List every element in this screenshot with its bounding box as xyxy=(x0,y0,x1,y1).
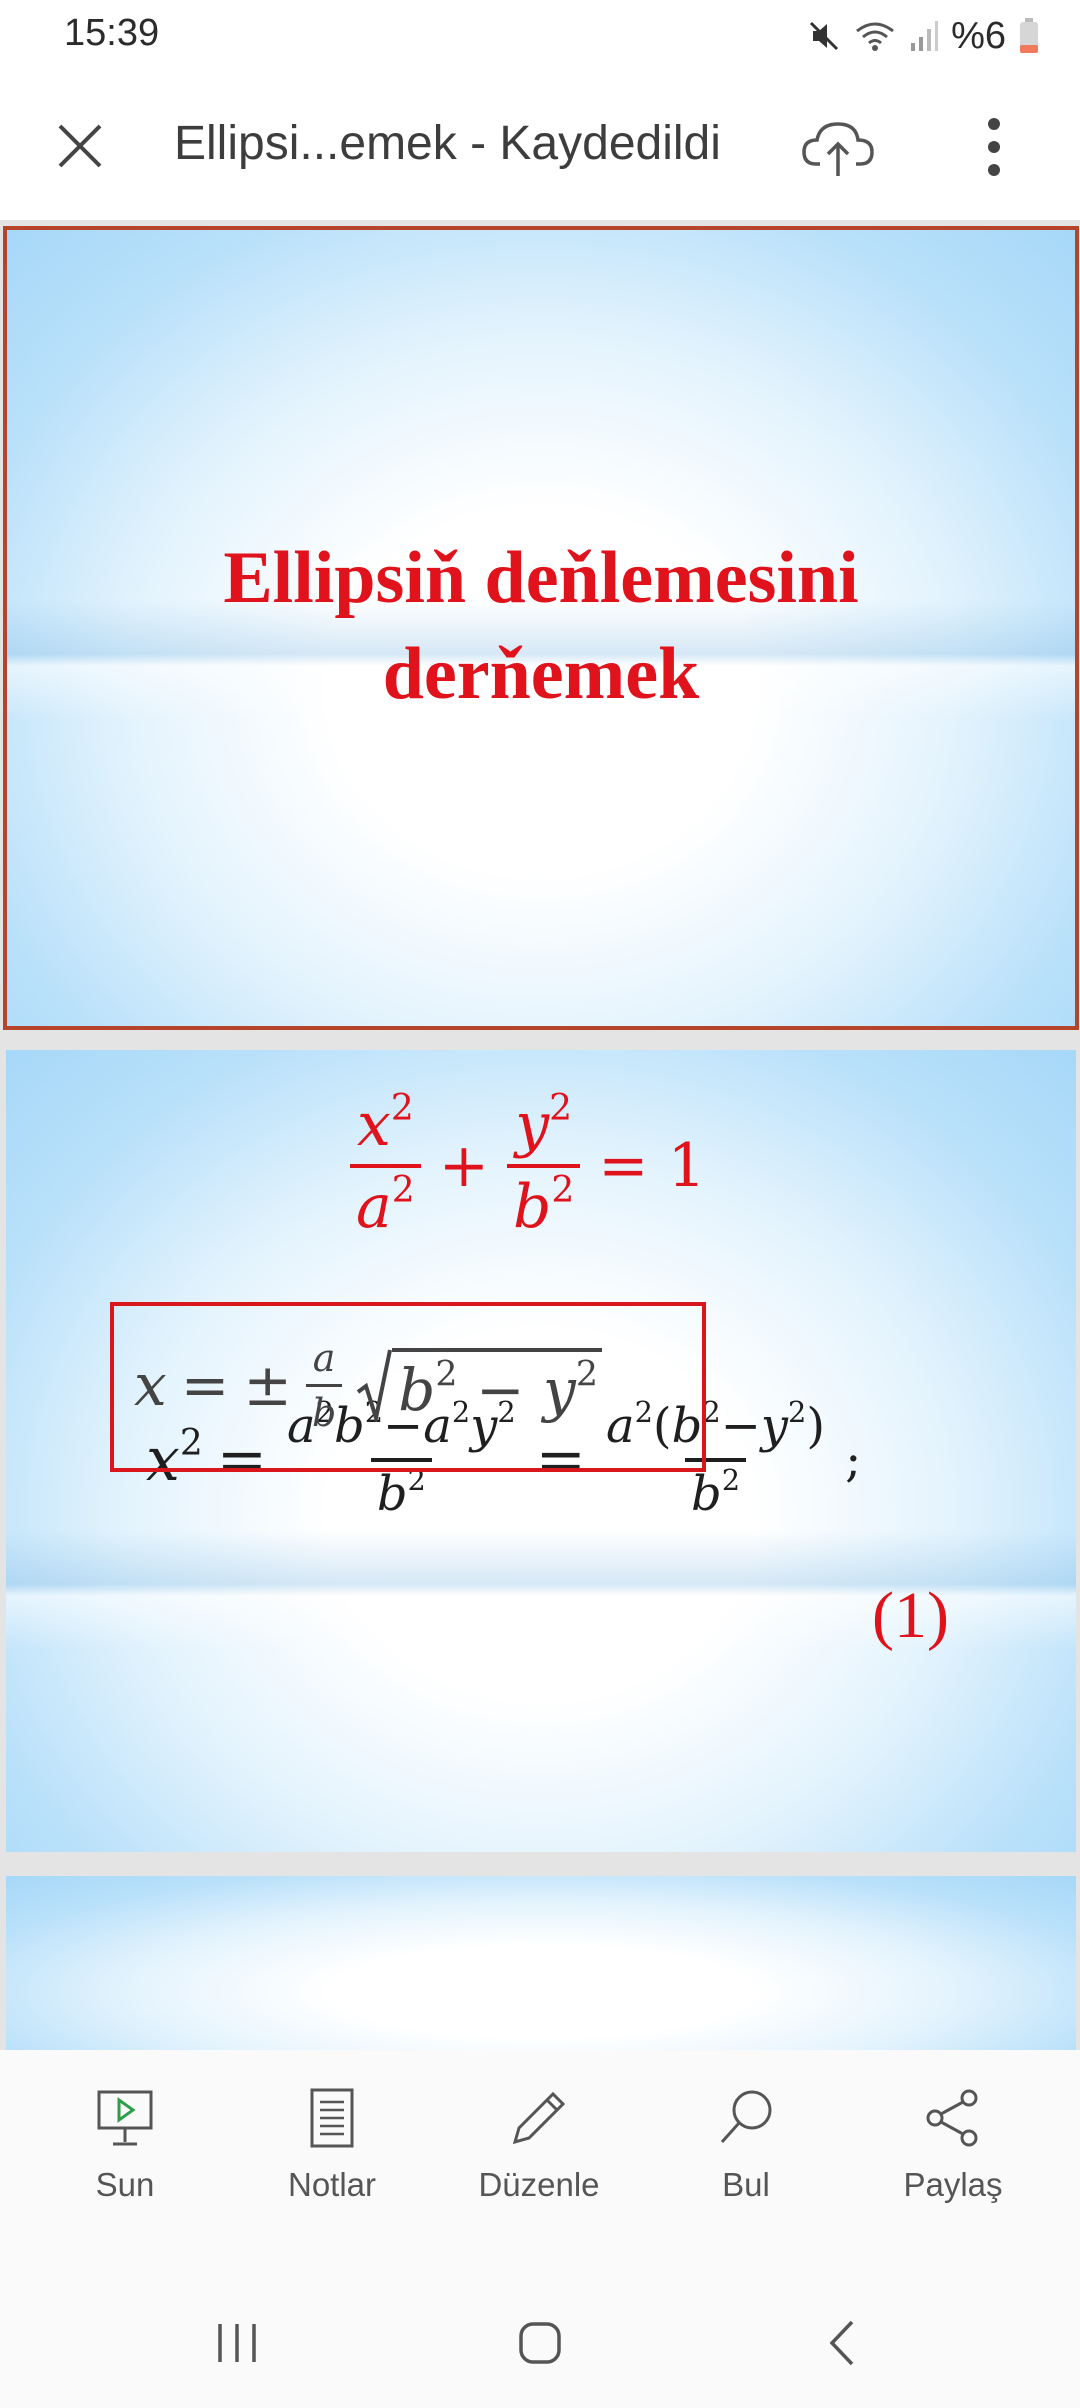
cloud-upload-icon xyxy=(802,122,874,176)
bottom-toolbar: Sun Notlar Düzenle Bul Paylaş xyxy=(0,2050,1080,2278)
toolbar-label: Notlar xyxy=(287,2166,377,2203)
wifi-icon xyxy=(856,22,894,51)
toolbar-label: Düzenle xyxy=(478,2166,600,2203)
slide-1-title: Ellipsiň deňlemesini derňemek xyxy=(7,530,1075,722)
fraction-x-over-a: x2 a2 xyxy=(350,1090,421,1242)
more-vertical-icon xyxy=(988,118,1000,176)
slide-1-title-line2: derňemek xyxy=(382,633,700,715)
toolbar-label: Sun xyxy=(95,2166,155,2203)
equation-ellipse: x2 a2 + y2 b2 = 1 xyxy=(350,1090,706,1242)
toolbar-present-button[interactable]: Sun xyxy=(35,2086,215,2204)
status-bar: 15:39 %6 xyxy=(0,0,1080,72)
equation-boxed: x = ± a b b2 − y2 xyxy=(134,1330,602,1440)
fraction-a-over-b: a b xyxy=(305,1336,343,1435)
recent-apps-icon[interactable] xyxy=(212,2318,262,2368)
toolbar-label: Paylaş xyxy=(903,2166,1003,2203)
home-icon[interactable] xyxy=(515,2318,565,2368)
slide-1[interactable]: Ellipsiň deňlemesini derňemek xyxy=(3,226,1079,1030)
notes-icon xyxy=(310,2088,354,2148)
search-icon xyxy=(720,2090,772,2144)
equation-number: (1) xyxy=(872,1579,949,1652)
close-icon xyxy=(58,124,102,168)
system-nav-bar xyxy=(0,2278,1080,2408)
toolbar-label: Bul xyxy=(722,2166,770,2203)
document-title: Ellipsi...emek - Kaydedildi xyxy=(174,117,721,170)
toolbar-edit-button[interactable]: Düzenle xyxy=(449,2086,629,2204)
fraction-y-over-b: y2 b2 xyxy=(506,1090,581,1242)
share-icon xyxy=(926,2089,978,2147)
app-bar: Ellipsi...emek - Kaydedildi xyxy=(0,72,1080,220)
cloud-upload-button[interactable] xyxy=(800,112,876,182)
present-icon xyxy=(97,2090,153,2146)
pencil-icon xyxy=(512,2091,566,2145)
signal-icon xyxy=(911,21,939,51)
sqrt-sign xyxy=(357,1349,393,1422)
battery-icon xyxy=(1020,18,1038,53)
mute-icon xyxy=(810,21,839,51)
back-icon[interactable] xyxy=(818,2318,868,2368)
slide-1-title-line1: Ellipsiň deňlemesini xyxy=(223,537,859,619)
toolbar-share-button[interactable]: Paylaş xyxy=(863,2086,1043,2204)
close-button[interactable] xyxy=(50,116,110,176)
more-options-button[interactable] xyxy=(966,112,1022,182)
sqrt-expression: b2 − y2 xyxy=(356,1346,602,1424)
toolbar-find-button[interactable]: Bul xyxy=(656,2086,836,2204)
battery-percent: %6 xyxy=(951,14,1006,57)
slide-3[interactable] xyxy=(6,1876,1076,2050)
status-icons: %6 xyxy=(807,12,1040,60)
toolbar-notes-button[interactable]: Notlar xyxy=(242,2086,422,2204)
status-time: 15:39 xyxy=(64,12,160,54)
